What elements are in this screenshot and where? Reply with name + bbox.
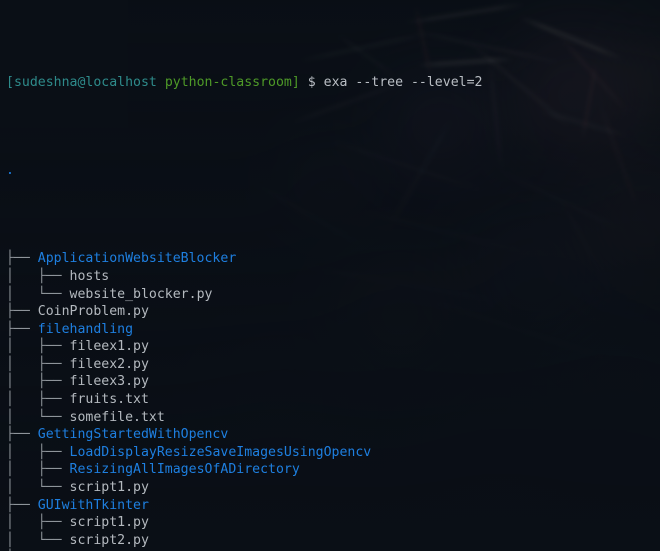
tree-row: │ └── script2.py bbox=[6, 532, 660, 550]
tree-directory-name: LoadDisplayResizeSaveImagesUsingOpencv bbox=[69, 444, 372, 460]
tree-branch-glyph-icon: │ ├── bbox=[6, 392, 70, 408]
tree-branch-glyph-icon: │ ├── bbox=[6, 339, 70, 355]
tree-branch-glyph-icon: ├── bbox=[6, 251, 38, 267]
tree-row: │ ├── fileex3.py bbox=[6, 373, 660, 391]
tree-file-name: CoinProblem.py bbox=[37, 304, 149, 320]
tree-row: ├── GUIwithTkinter bbox=[6, 497, 660, 515]
tree-row: ├── filehandling bbox=[6, 321, 660, 339]
tree-branch-glyph-icon: ├── bbox=[6, 304, 38, 320]
tree-branch-glyph-icon: │ ├── bbox=[6, 515, 70, 531]
tree-branch-glyph-icon: │ └── bbox=[6, 409, 70, 425]
tree-directory-name: filehandling bbox=[37, 321, 134, 337]
tree-row: │ ├── fileex1.py bbox=[6, 338, 660, 356]
tree-listing: ├── ApplicationWebsiteBlocker │ ├── hosts… bbox=[6, 250, 660, 551]
tree-file-name: script1.py bbox=[69, 480, 149, 496]
prompt-space-2 bbox=[300, 75, 308, 90]
terminal-window[interactable]: [sudeshna@localhost python-classroom] $ … bbox=[0, 0, 660, 551]
tree-row: │ └── website_blocker.py bbox=[6, 286, 660, 304]
tree-branch-glyph-icon: │ └── bbox=[6, 480, 70, 496]
tree-branch-glyph-icon: ├── bbox=[6, 427, 38, 443]
tree-row: ├── CoinProblem.py bbox=[6, 303, 660, 321]
tree-row: │ ├── LoadDisplayResizeSaveImagesUsingOp… bbox=[6, 444, 660, 462]
tree-row: │ ├── fruits.txt bbox=[6, 391, 660, 409]
tree-row: │ └── script1.py bbox=[6, 479, 660, 497]
tree-branch-glyph-icon: │ ├── bbox=[6, 356, 70, 372]
tree-row: │ ├── script1.py bbox=[6, 514, 660, 532]
tree-branch-glyph-icon: ├── bbox=[6, 497, 38, 513]
tree-directory-name: ApplicationWebsiteBlocker bbox=[37, 251, 237, 267]
entered-command: exa --tree --level=2 bbox=[323, 75, 483, 91]
tree-file-name: script2.py bbox=[69, 532, 149, 548]
tree-file-name: fruits.txt bbox=[69, 392, 149, 408]
tree-file-name: fileex2.py bbox=[69, 356, 149, 372]
tree-row: ├── GettingStartedWithOpencv bbox=[6, 426, 660, 444]
prompt-cwd: python-classroom] bbox=[164, 75, 300, 91]
tree-root-label: . bbox=[6, 163, 14, 179]
tree-row: │ └── somefile.txt bbox=[6, 409, 660, 427]
tree-file-name: website_blocker.py bbox=[69, 286, 213, 302]
tree-branch-glyph-icon: │ ├── bbox=[6, 268, 70, 284]
tree-branch-glyph-icon: │ ├── bbox=[6, 444, 70, 460]
prompt-space-1 bbox=[157, 75, 165, 90]
tree-file-name: script1.py bbox=[69, 515, 149, 531]
tree-file-name: fileex1.py bbox=[69, 339, 149, 355]
prompt-symbol: $ bbox=[307, 75, 316, 91]
tree-root-row: . bbox=[6, 162, 660, 180]
tree-directory-name: GUIwithTkinter bbox=[37, 497, 149, 513]
tree-row: ├── ApplicationWebsiteBlocker bbox=[6, 250, 660, 268]
terminal-screen-content: [sudeshna@localhost python-classroom] $ … bbox=[0, 0, 660, 551]
tree-file-name: hosts bbox=[69, 268, 110, 284]
tree-file-name: fileex3.py bbox=[69, 374, 149, 390]
prompt-user-host: [sudeshna@localhost bbox=[6, 75, 157, 91]
tree-branch-glyph-icon: ├── bbox=[6, 321, 38, 337]
tree-row: │ ├── fileex2.py bbox=[6, 356, 660, 374]
tree-row: │ ├── hosts bbox=[6, 268, 660, 286]
tree-directory-name: ResizingAllImagesOfADirectory bbox=[69, 462, 300, 478]
tree-directory-name: GettingStartedWithOpencv bbox=[37, 427, 229, 443]
prompt-space-3 bbox=[316, 75, 324, 90]
command-prompt-line: [sudeshna@localhost python-classroom] $ … bbox=[6, 74, 660, 92]
tree-file-name: somefile.txt bbox=[69, 409, 165, 425]
tree-branch-glyph-icon: │ └── bbox=[6, 532, 70, 548]
tree-branch-glyph-icon: │ ├── bbox=[6, 374, 70, 390]
tree-row: │ ├── ResizingAllImagesOfADirectory bbox=[6, 461, 660, 479]
tree-branch-glyph-icon: │ └── bbox=[6, 286, 70, 302]
tree-branch-glyph-icon: │ ├── bbox=[6, 462, 70, 478]
